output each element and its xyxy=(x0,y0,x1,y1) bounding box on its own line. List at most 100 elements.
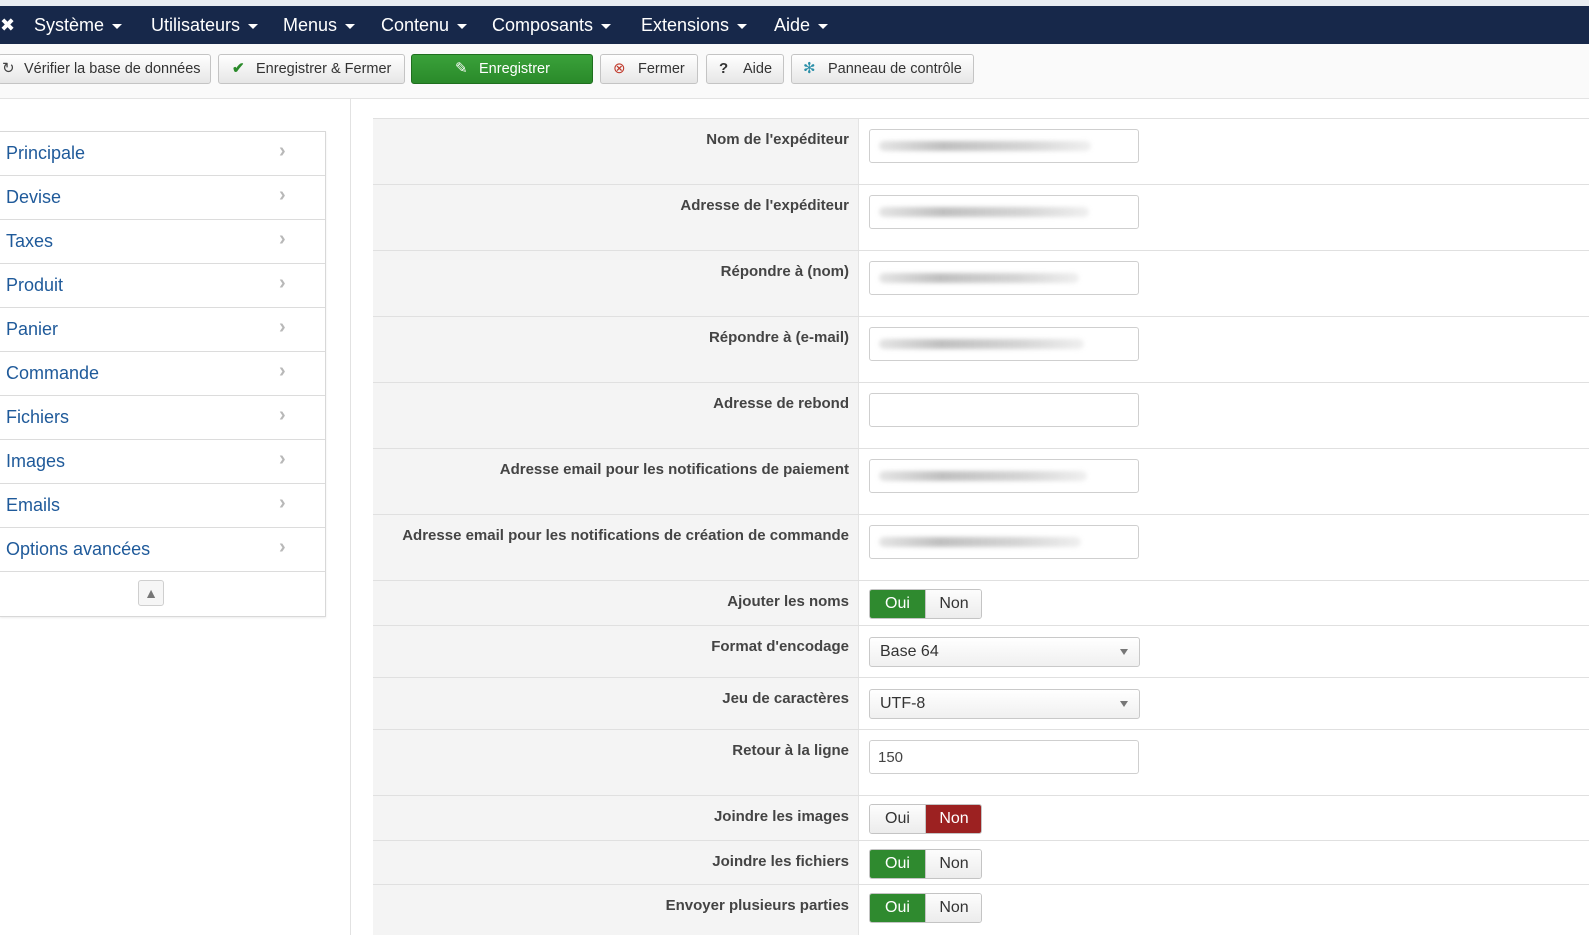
sidebar-item-label: Produit xyxy=(6,275,64,295)
caret-down-icon xyxy=(248,23,259,29)
nav-menu-system[interactable]: Système xyxy=(34,6,123,44)
sidebar-item-currency[interactable]: Devise › xyxy=(0,176,325,220)
no-option[interactable]: Non xyxy=(925,590,981,618)
word-wrap-input[interactable] xyxy=(869,740,1139,774)
email-settings-form: Nom de l'expéditeur Adresse de l'expédit… xyxy=(373,118,1589,935)
sidebar-item-order[interactable]: Commande › xyxy=(0,352,325,396)
close-button[interactable]: ⊗ Fermer xyxy=(600,54,698,84)
reply-to-name-field[interactable] xyxy=(869,261,1139,295)
no-option[interactable]: Non xyxy=(925,894,981,922)
caret-down-icon xyxy=(818,23,829,29)
form-row-add-names: Ajouter les noms Oui Non xyxy=(373,580,1589,625)
form-row-encoding-format: Format d'encodage Base 64 xyxy=(373,625,1589,677)
label-column xyxy=(373,317,859,382)
save-button[interactable]: ✎ Enregistrer xyxy=(411,54,593,84)
order-creation-notification-email-field[interactable] xyxy=(869,525,1139,559)
send-multipart-toggle[interactable]: Oui Non xyxy=(869,893,982,923)
chevron-right-icon: › xyxy=(279,492,286,514)
chevron-right-icon: › xyxy=(279,140,286,162)
sidebar-item-files[interactable]: Fichiers › xyxy=(0,396,325,440)
edit-icon: ✎ xyxy=(455,60,468,77)
payment-notification-email-field[interactable] xyxy=(869,459,1139,493)
attach-images-toggle[interactable]: Oui Non xyxy=(869,804,982,834)
nav-menu-help[interactable]: Aide xyxy=(774,6,829,44)
no-option[interactable]: Non xyxy=(925,805,981,833)
bounce-address-field[interactable] xyxy=(869,393,1139,427)
caret-down-icon xyxy=(345,23,356,29)
toolbar: ↻ Vérifier la base de données ✔ Enregist… xyxy=(0,44,1589,99)
form-row-sender-address: Adresse de l'expéditeur xyxy=(373,184,1589,250)
sidebar-item-label: Images xyxy=(6,451,66,471)
label-column xyxy=(373,383,859,448)
sidebar-item-images[interactable]: Images › xyxy=(0,440,325,484)
label-column xyxy=(373,449,859,514)
redacted-value xyxy=(879,141,1091,151)
yes-option[interactable]: Oui xyxy=(870,850,925,878)
chevron-right-icon: › xyxy=(279,536,286,558)
field-label: Répondre à (e-mail) xyxy=(708,329,849,346)
form-row-bounce-address: Adresse de rebond xyxy=(373,382,1589,448)
add-names-toggle[interactable]: Oui Non xyxy=(869,589,982,619)
caret-down-icon xyxy=(112,23,123,29)
chevron-right-icon: › xyxy=(279,184,286,206)
selected-value: Base 64 xyxy=(880,643,939,660)
nav-menu-label: Extensions xyxy=(641,15,730,35)
form-row-charset: Jeu de caractères UTF-8 xyxy=(373,677,1589,729)
save-close-button[interactable]: ✔ Enregistrer & Fermer xyxy=(218,54,405,84)
field-label: Répondre à (nom) xyxy=(720,263,849,280)
sidebar-item-taxes[interactable]: Taxes › xyxy=(0,220,325,264)
chevron-right-icon: › xyxy=(279,316,286,338)
save-label: Enregistrer xyxy=(479,61,550,77)
form-row-order-creation-notification-email: Adresse email pour les notifications de … xyxy=(373,514,1589,580)
form-row-reply-to-email: Répondre à (e-mail) xyxy=(373,316,1589,382)
label-column xyxy=(373,251,859,316)
charset-select[interactable]: UTF-8 xyxy=(869,689,1140,719)
check-database-button[interactable]: ↻ Vérifier la base de données xyxy=(0,54,211,84)
check-database-label: Vérifier la base de données xyxy=(24,61,201,77)
nav-menu-content[interactable]: Contenu xyxy=(381,6,468,44)
sidebar-item-label: Emails xyxy=(6,495,61,515)
sender-address-field[interactable] xyxy=(869,195,1139,229)
nav-menu-label: Système xyxy=(34,15,105,35)
cancel-circle-icon: ⊗ xyxy=(613,60,626,77)
nav-menu-label: Utilisateurs xyxy=(151,15,241,35)
sidebar-item-product[interactable]: Produit › xyxy=(0,264,325,308)
reply-to-email-field[interactable] xyxy=(869,327,1139,361)
joomla-logo-icon[interactable]: ✖ xyxy=(0,15,15,35)
nav-menu-components[interactable]: Composants xyxy=(492,6,612,44)
bounce-address-input[interactable] xyxy=(869,393,1139,427)
nav-menu-menus[interactable]: Menus xyxy=(283,6,356,44)
label-column xyxy=(373,515,859,580)
nav-menu-label: Contenu xyxy=(381,15,450,35)
field-label: Joindre les images xyxy=(713,808,849,825)
nav-menu-extensions[interactable]: Extensions xyxy=(641,6,748,44)
yes-option[interactable]: Oui xyxy=(870,805,925,833)
form-row-attach-images: Joindre les images Oui Non xyxy=(373,795,1589,840)
no-option[interactable]: Non xyxy=(925,850,981,878)
encoding-format-select[interactable]: Base 64 xyxy=(869,637,1140,667)
caret-down-icon xyxy=(457,23,468,29)
sidebar-item-main[interactable]: Principale › xyxy=(0,132,325,176)
label-column xyxy=(373,185,859,250)
chevron-right-icon: › xyxy=(279,228,286,250)
nav-menu-users[interactable]: Utilisateurs xyxy=(151,6,259,44)
collapse-sidebar-button[interactable]: ▲ xyxy=(138,580,164,606)
nav-menu-label: Aide xyxy=(774,15,811,35)
yes-option[interactable]: Oui xyxy=(870,590,925,618)
field-label: Adresse de l'expéditeur xyxy=(680,197,849,214)
chevron-right-icon: › xyxy=(279,360,286,382)
sidebar-item-advanced[interactable]: Options avancées › xyxy=(0,528,325,572)
word-wrap-field[interactable] xyxy=(869,740,1139,774)
chevron-right-icon: › xyxy=(279,404,286,426)
sidebar-item-cart[interactable]: Panier › xyxy=(0,308,325,352)
chevron-right-icon: › xyxy=(279,448,286,470)
asterisk-icon: ✻ xyxy=(803,60,816,77)
sidebar-item-emails[interactable]: Emails › xyxy=(0,484,325,528)
control-panel-button[interactable]: ✻ Panneau de contrôle xyxy=(791,54,974,84)
nav-menu-label: Composants xyxy=(492,15,594,35)
caret-down-icon xyxy=(737,23,748,29)
sender-name-field[interactable] xyxy=(869,129,1139,163)
yes-option[interactable]: Oui xyxy=(870,894,925,922)
attach-files-toggle[interactable]: Oui Non xyxy=(869,849,982,879)
help-button[interactable]: ? Aide xyxy=(706,54,784,84)
